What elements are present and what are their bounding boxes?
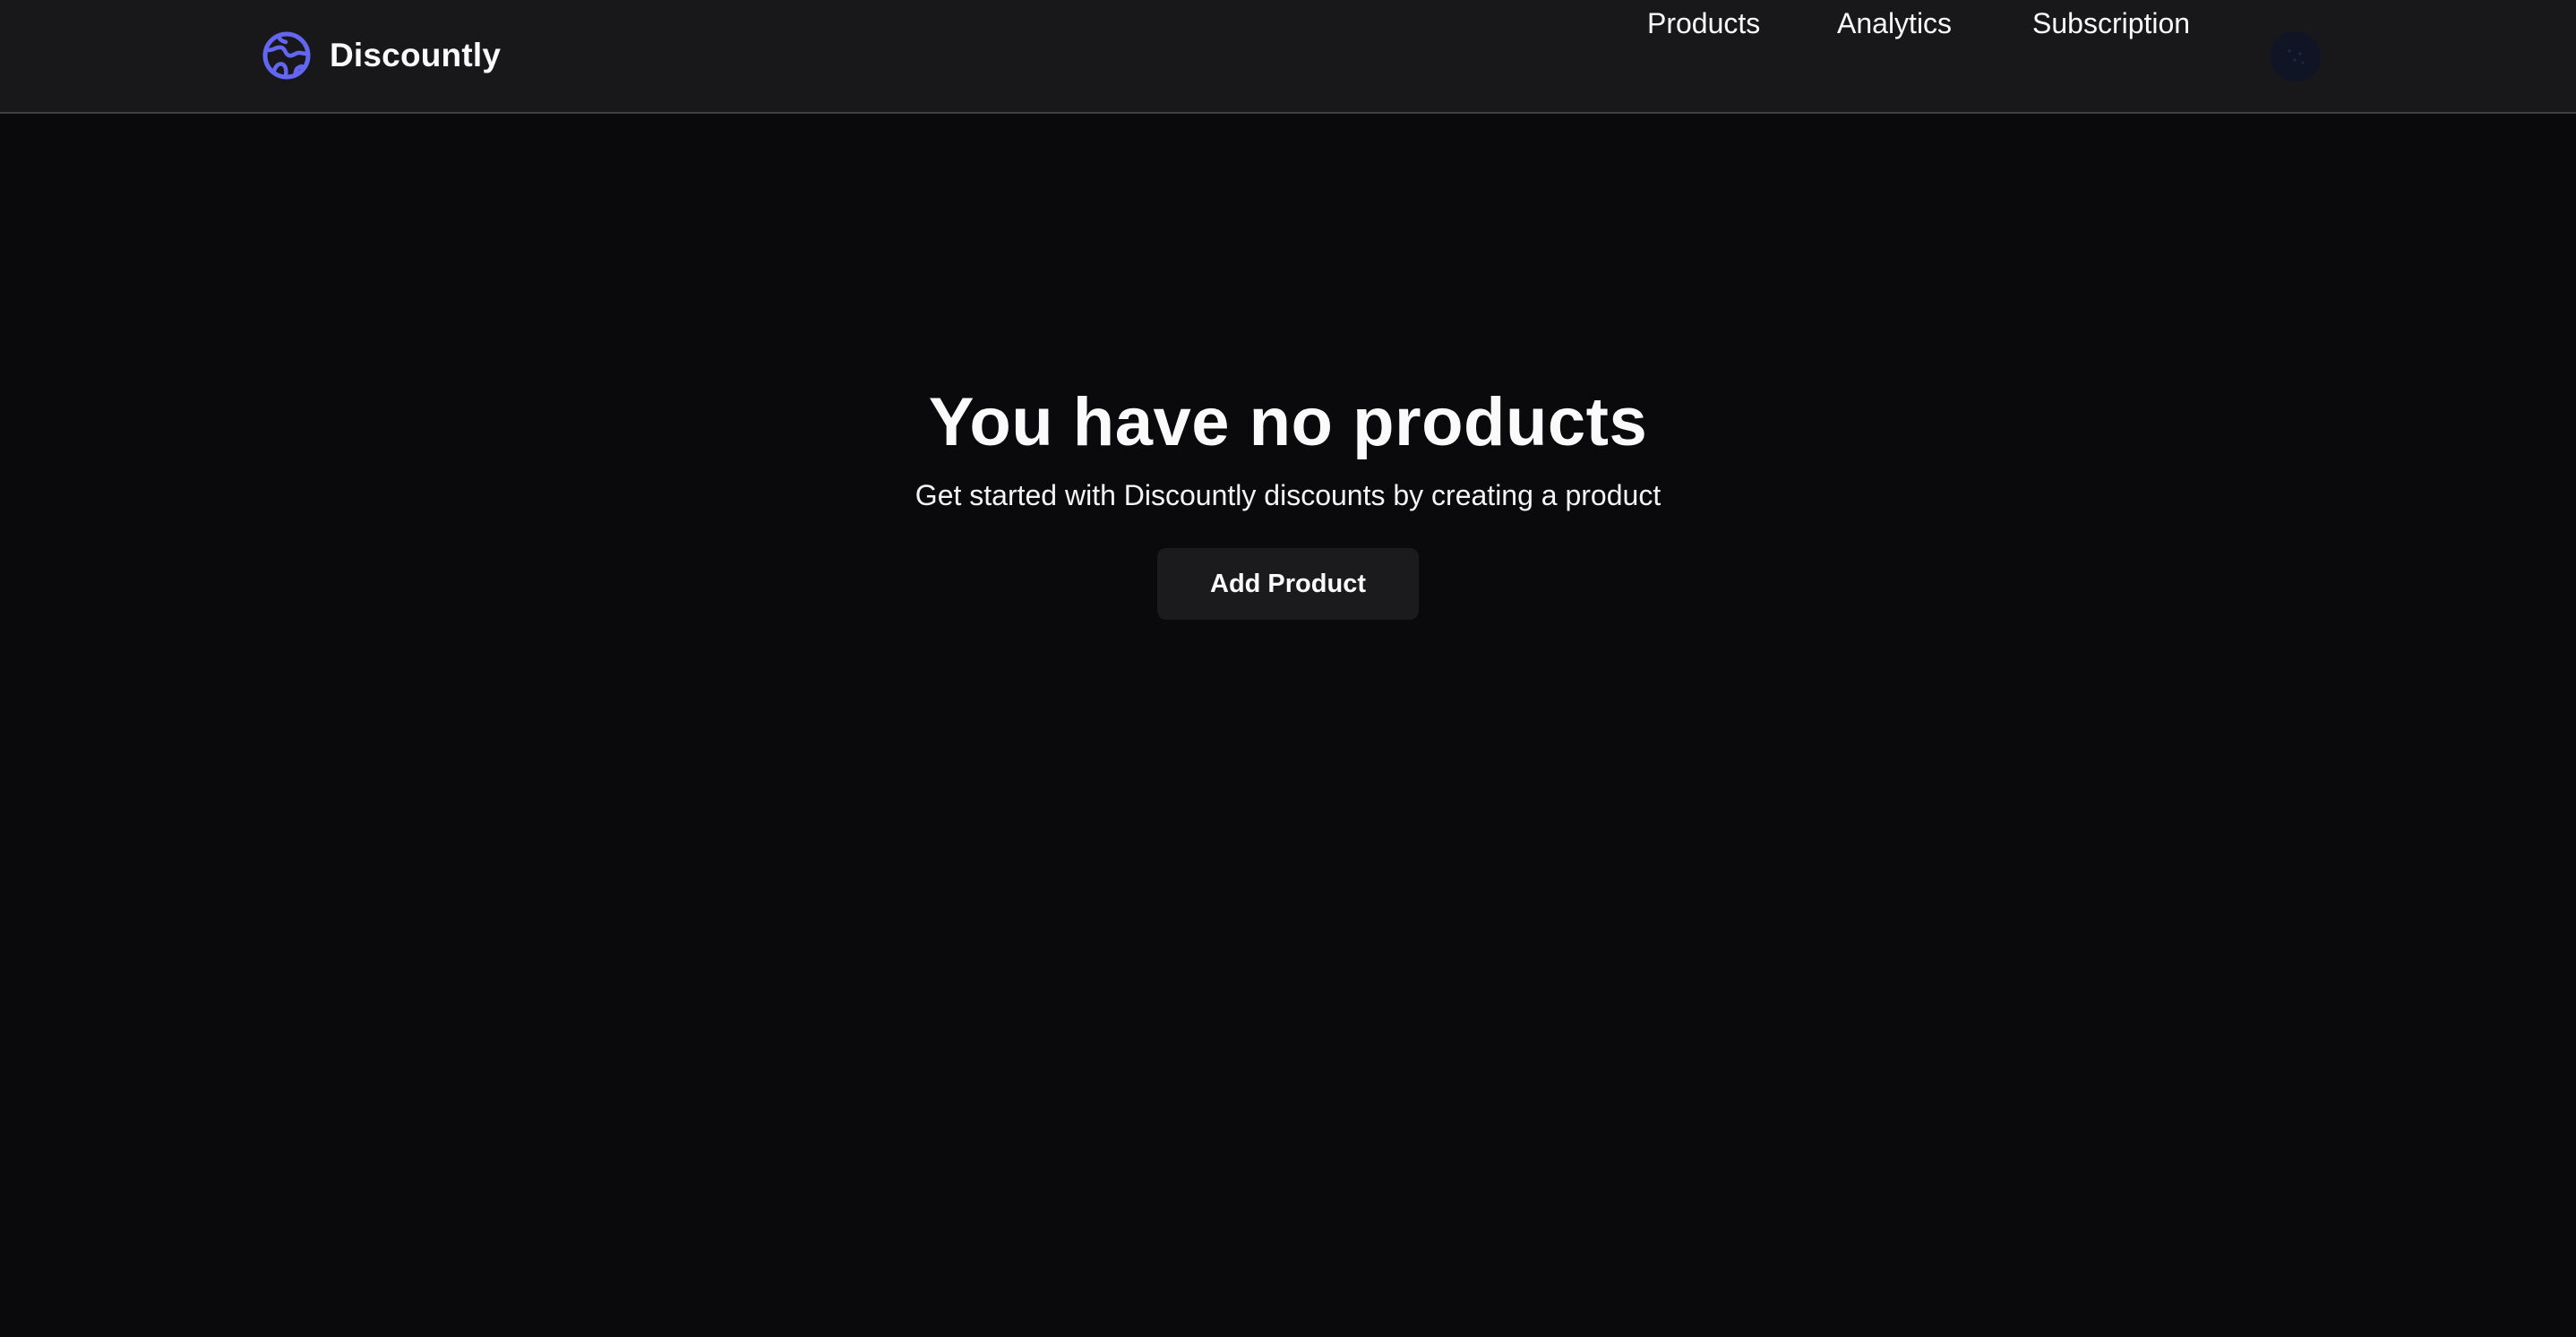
empty-state: You have no products Get started with Di… bbox=[0, 376, 2576, 620]
brand-home-link[interactable]: Discountly bbox=[262, 30, 501, 81]
globe-icon bbox=[262, 31, 311, 80]
nav-link-subscription[interactable]: Subscription bbox=[2032, 0, 2190, 47]
nav-link-products[interactable]: Products bbox=[1647, 0, 1760, 47]
brand-name: Discountly bbox=[330, 37, 502, 73]
user-avatar-icon bbox=[2288, 49, 2305, 64]
empty-state-title: You have no products bbox=[928, 384, 1648, 460]
empty-state-subtitle: Get started with Discountly discounts by… bbox=[914, 479, 1662, 511]
top-navbar: Discountly Products Analytics Subscripti… bbox=[0, 0, 2576, 114]
user-avatar-button[interactable] bbox=[2271, 31, 2321, 81]
add-product-button[interactable]: Add Product bbox=[1157, 548, 1419, 620]
nav-link-analytics[interactable]: Analytics bbox=[1837, 0, 1952, 47]
